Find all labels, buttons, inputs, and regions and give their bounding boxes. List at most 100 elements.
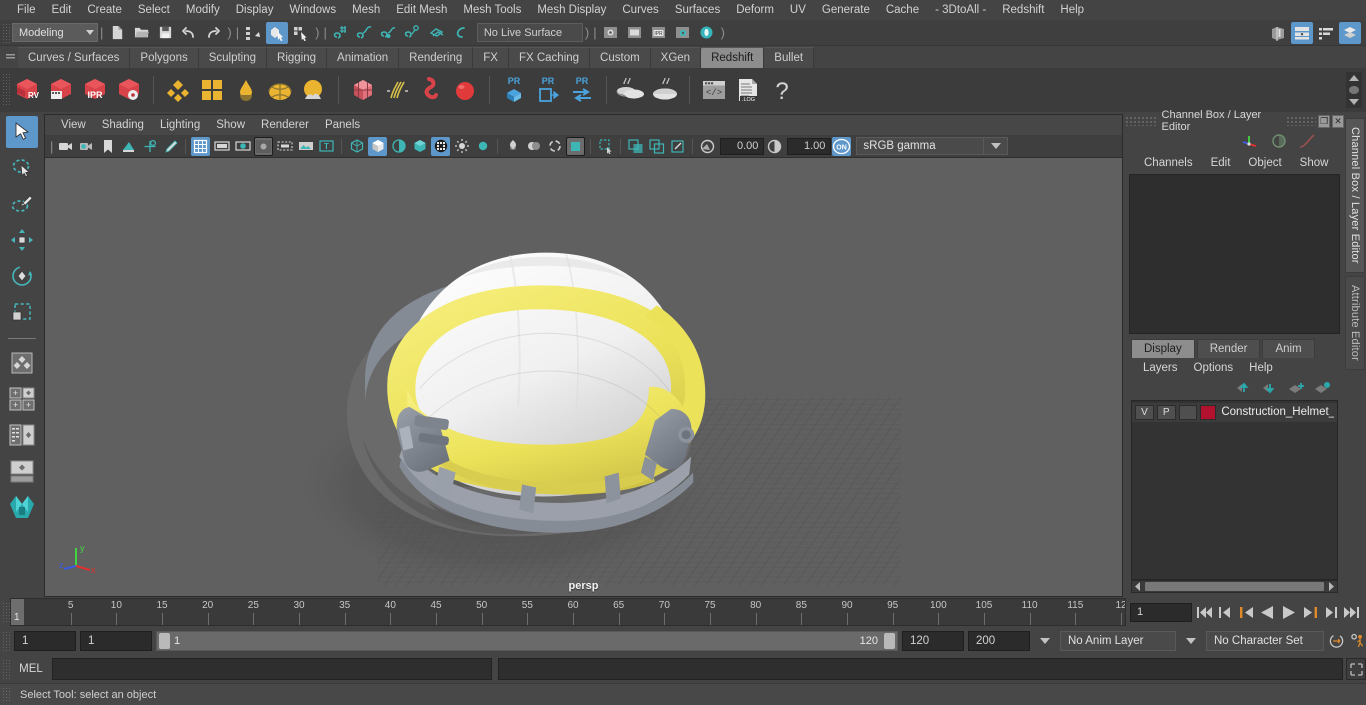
vtab-channel-box-layer-editor[interactable]: Channel Box / Layer Editor [1345,118,1365,273]
step-forward-keyframe-icon[interactable] [1322,602,1339,622]
layer-list-horizontal-scrollbar[interactable] [1131,580,1338,593]
anim-end-field[interactable]: 200 [968,631,1030,651]
step-forward-frame-icon[interactable] [1301,602,1318,622]
redshift-material-blender-icon[interactable] [195,72,229,108]
render-view-icon[interactable] [600,22,622,44]
move-tool-button[interactable] [6,224,38,256]
exposure-control-icon[interactable] [698,137,717,156]
command-line-grip[interactable] [2,659,10,679]
anim-start-field[interactable]: 1 [14,631,76,651]
redshift-environment-icon[interactable] [297,72,331,108]
menu-item-help[interactable]: Help [1052,0,1092,20]
snap-to-point-icon[interactable] [378,22,400,44]
channel-box-menu-object[interactable]: Object [1239,157,1290,169]
snap-to-curve-icon[interactable] [354,22,376,44]
xray-text-icon[interactable]: T [317,137,336,156]
redo-icon[interactable] [202,22,224,44]
command-input-field[interactable] [52,658,492,680]
menu-item-edit-mesh[interactable]: Edit Mesh [388,0,455,20]
grease-pencil-icon[interactable] [161,137,180,156]
shelf-overflow-icon[interactable] [1349,85,1359,94]
display-layer-list[interactable]: V P Construction_Helmet_ [1131,399,1338,580]
shelf-tab-curves-surfaces[interactable]: Curves / Surfaces [18,47,131,68]
viewport-menu-panels[interactable]: Panels [317,119,368,131]
restore-icon[interactable]: ❐ [1318,114,1331,128]
film-gate-icon[interactable] [212,137,231,156]
redshift-bake-set-icon[interactable] [614,72,648,108]
anim-layer-select[interactable]: No Anim Layer [1060,631,1176,651]
four-view-layout-button[interactable] [6,347,38,379]
layer-color-swatch[interactable] [1200,404,1217,420]
range-start-handle[interactable] [159,633,170,649]
xray-active-components-icon[interactable] [545,137,564,156]
motion-blur-icon[interactable] [473,137,492,156]
menu-set-selector[interactable]: Modeling [12,23,98,42]
range-end-handle[interactable] [884,633,895,649]
time-slider-grip[interactable] [2,602,10,622]
layer-menu-help[interactable]: Help [1241,362,1281,374]
scale-tool-button[interactable] [6,296,38,328]
menu-item-surfaces[interactable]: Surfaces [667,0,728,20]
grid-toggle-icon[interactable] [191,136,211,156]
menu-item-display[interactable]: Display [228,0,282,20]
color-management-toggle-icon[interactable]: ON [832,136,852,156]
shelf-tab-animation[interactable]: Animation [327,47,400,68]
shelf-tab-redshift[interactable]: Redshift [701,47,765,68]
persp-viewport[interactable]: y x z persp [45,158,1122,596]
menu-item-3dtoall[interactable]: - 3DtoAll - [927,0,994,20]
image-plane-icon[interactable] [119,137,138,156]
shelf-tab-polygons[interactable]: Polygons [130,47,199,68]
lasso-select-tool-button[interactable] [6,152,38,184]
layer-menu-options[interactable]: Options [1186,362,1242,374]
use-all-lights-icon[interactable] [410,137,429,156]
scroll-left-icon[interactable] [1132,581,1144,592]
menu-item-create[interactable]: Create [79,0,130,20]
move-layer-down-icon[interactable] [1262,381,1280,395]
render-current-frame-icon[interactable] [624,22,646,44]
channel-box-menu-channels[interactable]: Channels [1135,157,1202,169]
shelf-tab-fx-caching[interactable]: FX Caching [508,47,591,68]
color-profile-dropdown-arrow[interactable] [984,137,1009,155]
gamma-control-icon[interactable] [765,137,784,156]
animation-preferences-icon[interactable] [1349,631,1366,651]
tool-settings-toggle-icon[interactable] [1315,22,1337,44]
exposure-value-field[interactable]: 0.00 [720,137,765,155]
xray-joints-icon[interactable] [524,137,543,156]
redshift-light-icon[interactable] [229,72,263,108]
exposure-icon[interactable] [296,137,315,156]
script-editor-icon[interactable] [1346,658,1366,680]
live-surface-field[interactable]: No Live Surface [476,23,583,42]
new-scene-icon[interactable] [106,22,128,44]
time-slider[interactable]: 1 5 10 15 20 25 30 35 40 45 50 55 60 65 70 75 80 85 90 95 1… [10,598,1126,626]
shelf-grip[interactable] [2,46,18,68]
status-line-grip[interactable] [2,22,10,43]
ipr-render-icon[interactable]: IPR [648,22,670,44]
range-end-field[interactable]: 120 [902,631,964,651]
vtab-attribute-editor[interactable]: Attribute Editor [1345,275,1365,370]
snap-to-view-plane-icon[interactable] [426,22,448,44]
redshift-sphere-icon[interactable] [448,72,482,108]
step-back-frame-icon[interactable] [1238,602,1255,622]
current-frame-field[interactable]: 1 [1130,602,1192,622]
screen-space-ao-icon[interactable] [452,137,471,156]
film-origin-icon[interactable] [275,137,294,156]
layer-tab-display[interactable]: Display [1131,338,1195,358]
toggle-attribute-icon[interactable] [1270,133,1288,149]
xray-icon[interactable] [503,137,522,156]
display-layer-icon[interactable] [626,137,645,156]
make-live-icon[interactable] [450,22,472,44]
new-layer-icon[interactable] [1288,381,1306,395]
gamma-value-field[interactable]: 1.00 [787,137,832,155]
viewport-menu-view[interactable]: View [53,119,94,131]
scrollbar-thumb[interactable] [1145,582,1324,591]
scroll-down-icon[interactable] [1349,99,1359,106]
show-manipulator-icon[interactable] [1242,133,1260,149]
menu-item-modify[interactable]: Modify [178,0,228,20]
menu-item-generate[interactable]: Generate [814,0,878,20]
character-set-select[interactable]: No Character Set [1206,631,1324,651]
redshift-volume-icon[interactable] [414,72,448,108]
anim-layer-dropdown-arrow[interactable] [1040,638,1050,644]
attribute-editor-toggle-icon[interactable] [1291,22,1313,44]
viewport-menu-lighting[interactable]: Lighting [152,119,208,131]
shelf-tab-xgen[interactable]: XGen [650,47,702,68]
